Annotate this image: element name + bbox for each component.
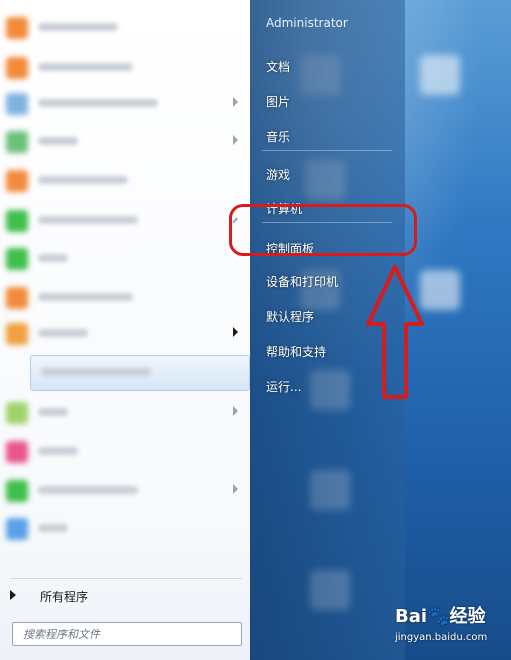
program-item[interactable] [0, 205, 248, 235]
search-box[interactable] [12, 622, 242, 646]
program-item[interactable] [0, 436, 248, 466]
program-icon [6, 323, 28, 345]
program-icon [6, 131, 28, 153]
triangle-right-icon [10, 590, 16, 600]
program-icon [6, 518, 28, 540]
annotation-ellipse [229, 204, 417, 256]
program-item[interactable] [0, 282, 248, 312]
watermark-url: jingyan.baidu.com [395, 632, 488, 643]
program-item[interactable] [0, 165, 248, 195]
program-icon [6, 93, 28, 115]
all-programs-label: 所有程序 [40, 590, 89, 604]
selected-program-highlight[interactable] [30, 355, 250, 391]
program-icon [6, 170, 28, 192]
program-item[interactable] [0, 318, 248, 348]
program-item[interactable] [0, 12, 248, 42]
program-icon [6, 210, 28, 232]
all-programs-button[interactable]: 所有程序 [0, 582, 248, 612]
program-item[interactable] [0, 397, 248, 427]
program-item[interactable] [0, 52, 248, 82]
divider [262, 150, 392, 151]
submenu-arrow-icon [233, 484, 238, 494]
program-icon [6, 17, 28, 39]
program-item[interactable] [0, 475, 248, 505]
program-item[interactable] [0, 126, 248, 156]
menu-item-music[interactable]: 音乐 [262, 120, 402, 150]
program-icon [6, 441, 28, 463]
program-item[interactable] [0, 88, 248, 118]
annotation-arrow-icon [366, 265, 424, 399]
program-item[interactable] [0, 243, 248, 273]
start-menu-programs-pane: 所有程序 [0, 0, 250, 660]
program-icon [6, 402, 28, 424]
program-icon [6, 57, 28, 79]
menu-item-pictures[interactable]: 图片 [262, 85, 402, 115]
divider [10, 578, 242, 579]
user-name[interactable]: Administrator [266, 16, 348, 30]
submenu-arrow-icon [233, 327, 238, 337]
watermark-logo: Bai🐾经验 [395, 606, 486, 627]
program-icon [6, 480, 28, 502]
submenu-arrow-icon [233, 97, 238, 107]
baidu-watermark: Bai🐾经验 jingyan.baidu.com [395, 598, 505, 654]
submenu-arrow-icon [233, 135, 238, 145]
search-input[interactable] [23, 626, 223, 642]
program-icon [6, 248, 28, 270]
menu-item-games[interactable]: 游戏 [262, 158, 402, 188]
program-icon [6, 287, 28, 309]
program-item[interactable] [0, 513, 248, 543]
submenu-arrow-icon [233, 406, 238, 416]
menu-item-documents[interactable]: 文档 [262, 50, 402, 80]
desktop-icon [420, 55, 460, 95]
